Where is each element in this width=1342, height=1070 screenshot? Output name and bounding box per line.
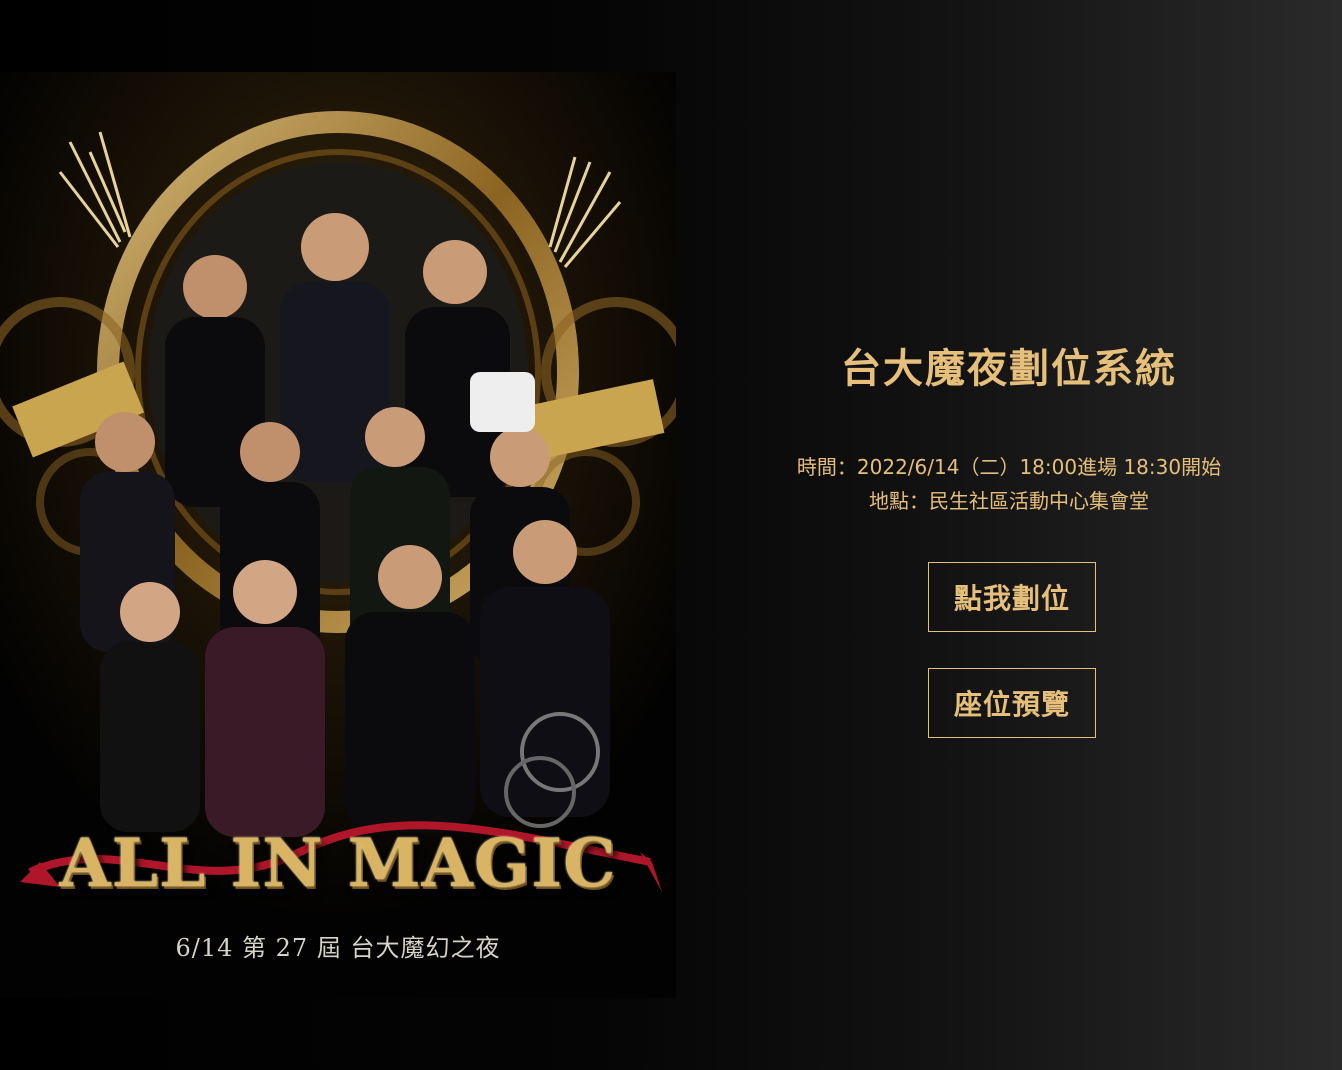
poster-title: ALL IN MAGIC bbox=[59, 824, 617, 902]
reservation-panel: 台大魔夜劃位系統 時間：2022/6/14（二）18:00進場 18:30開始 … bbox=[676, 0, 1342, 1070]
reserve-seat-button[interactable]: 點我劃位 bbox=[928, 562, 1096, 632]
seat-preview-button[interactable]: 座位預覽 bbox=[928, 668, 1096, 738]
event-time: 時間：2022/6/14（二）18:00進場 18:30開始 bbox=[796, 455, 1222, 479]
event-info: 時間：2022/6/14（二）18:00進場 18:30開始 地點：民生社區活動… bbox=[676, 450, 1342, 518]
event-venue: 地點：民生社區活動中心集會堂 bbox=[869, 489, 1149, 513]
event-poster: ALL IN MAGIC 6/14 第 27 屆 台大魔幻之夜 bbox=[0, 72, 676, 998]
page-title: 台大魔夜劃位系統 bbox=[841, 346, 1177, 392]
poster-subtitle: 6/14 第 27 屆 台大魔幻之夜 bbox=[175, 934, 501, 962]
